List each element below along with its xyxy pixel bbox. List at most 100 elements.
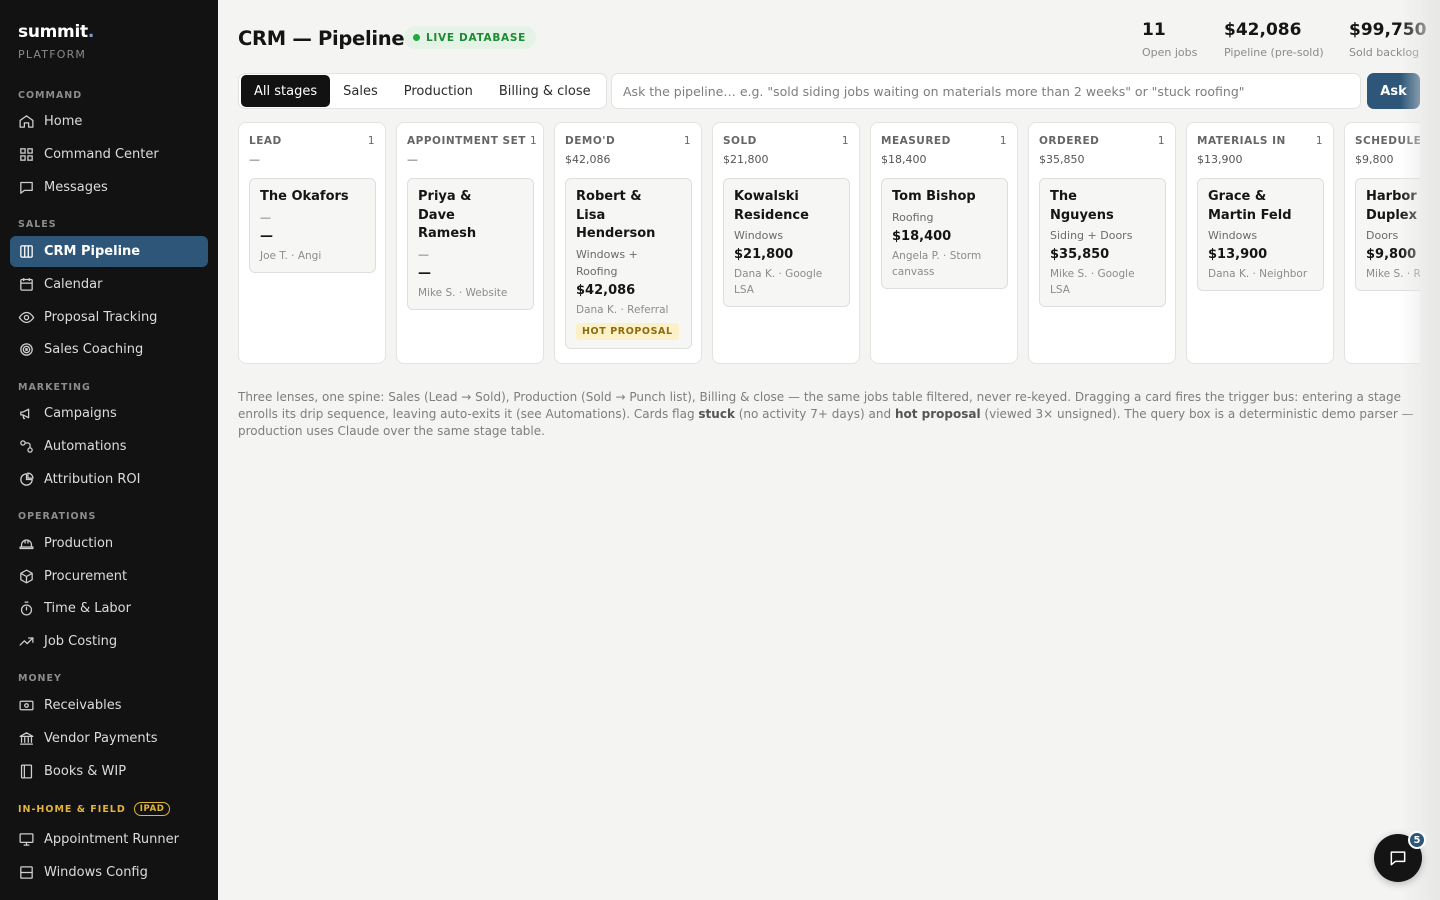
job-meta: Dana K. · Neighbor bbox=[1208, 268, 1308, 280]
stage-header: LEAD 1 bbox=[249, 135, 375, 147]
job-name: Tom Bishop bbox=[892, 189, 976, 204]
sidebar-item-proposal-tracking[interactable]: Proposal Tracking bbox=[10, 302, 208, 333]
kpi-pipeline: $42,086 Pipeline (pre-sold) bbox=[1224, 20, 1324, 59]
page-title: CRM — Pipeline bbox=[238, 27, 405, 50]
job-card[interactable]: The Nguyens Siding + Doors $35,850 Mike … bbox=[1039, 178, 1166, 307]
job-card[interactable]: The Okafors — — Joe T. · Angi bbox=[249, 178, 376, 273]
home-icon bbox=[19, 115, 34, 128]
stage-count: 1 bbox=[529, 135, 538, 147]
stage-count: 1 bbox=[999, 135, 1007, 147]
job-type: Siding + Doors bbox=[1050, 229, 1133, 242]
sidebar-item-attribution-roi[interactable]: Attribution ROI bbox=[10, 464, 208, 495]
brand-dot: . bbox=[87, 22, 94, 42]
stage-name: LEAD bbox=[249, 135, 282, 147]
sidebar-item-campaigns[interactable]: Campaigns bbox=[10, 398, 208, 429]
nav-section-label: MONEY bbox=[18, 672, 62, 684]
presentation-icon bbox=[19, 833, 34, 846]
job-meta: Dana K. · Google LSA bbox=[734, 268, 823, 296]
bank-icon bbox=[19, 732, 34, 745]
chat-button[interactable]: 5 bbox=[1374, 831, 1426, 882]
nav-section-money: MONEY bbox=[0, 669, 218, 687]
sidebar-item-command-center[interactable]: Command Center bbox=[10, 139, 208, 170]
job-amount: — bbox=[418, 265, 431, 281]
job-amount: $21,800 bbox=[734, 247, 794, 262]
live-database-label: LIVE DATABASE bbox=[426, 31, 527, 44]
sidebar-item-label: Windows Config bbox=[44, 865, 148, 880]
job-card[interactable]: Robert & Lisa Henderson Windows + Roofin… bbox=[565, 178, 692, 349]
kpi-label: Sold backlog bbox=[1349, 46, 1420, 59]
sidebar-item-vendor-payments[interactable]: Vendor Payments bbox=[10, 723, 208, 754]
kpi-label: Open jobs bbox=[1142, 46, 1198, 59]
sidebar-item-appointment-runner[interactable]: Appointment Runner bbox=[10, 824, 208, 855]
sidebar-item-label: Job Costing bbox=[44, 634, 118, 649]
stage-name: MEASURED bbox=[881, 135, 951, 147]
stage-column-scheduled: SCHEDULE $9,800 Harbor Duplex Doors $9,8… bbox=[1344, 122, 1420, 364]
ipad-badge: IPAD bbox=[133, 802, 171, 816]
kpi-value: 11 bbox=[1142, 20, 1166, 40]
job-name: Grace & Martin Feld bbox=[1208, 189, 1292, 223]
job-type: Roofing bbox=[892, 210, 934, 224]
stage-column-lead: LEAD 1 — The Okafors — — Joe T. · Angi bbox=[238, 122, 386, 364]
stage-total: $18,400 bbox=[881, 153, 927, 166]
stage-column-measured: MEASURED 1 $18,400 Tom Bishop Roofing $18… bbox=[870, 122, 1018, 364]
nav-section-label: SALES bbox=[18, 218, 57, 230]
pipeline-query-input[interactable] bbox=[611, 73, 1361, 109]
sidebar-item-time-labor[interactable]: Time & Labor bbox=[10, 593, 208, 624]
pipeline-footnote: Three lenses, one spine: Sales (Lead → S… bbox=[238, 389, 1418, 440]
sidebar-item-label: Attribution ROI bbox=[44, 472, 141, 487]
stage-count: 1 bbox=[683, 135, 691, 147]
sidebar-item-receivables[interactable]: Receivables bbox=[10, 690, 208, 721]
sidebar-item-label: Receivables bbox=[44, 698, 122, 713]
sidebar-item-procurement[interactable]: Procurement bbox=[10, 561, 208, 592]
sidebar-item-automations[interactable]: Automations bbox=[10, 431, 208, 462]
job-name: The Okafors bbox=[260, 189, 349, 204]
sidebar-item-calendar[interactable]: Calendar bbox=[10, 269, 208, 300]
sidebar-item-label: CRM Pipeline bbox=[44, 244, 141, 259]
sidebar-item-books-wip[interactable]: Books & WIP bbox=[10, 756, 208, 787]
box-icon bbox=[20, 569, 33, 584]
tab-all-stages[interactable]: All stages bbox=[241, 75, 331, 107]
live-status-dot bbox=[413, 34, 420, 41]
stage-name: APPOINTMENT SET bbox=[407, 135, 526, 147]
stage-header: MATERIALS IN 1 bbox=[1197, 135, 1323, 147]
sidebar: summit. PLATFORM COMMAND Home Command Ce… bbox=[0, 0, 218, 900]
sidebar-item-windows-config[interactable]: Windows Config bbox=[10, 857, 208, 888]
stage-header: SOLD 1 bbox=[723, 135, 849, 147]
stage-count: 1 bbox=[1315, 135, 1323, 147]
tab-sales[interactable]: Sales bbox=[330, 75, 391, 107]
sidebar-item-label: Procurement bbox=[44, 569, 128, 584]
brand-logo[interactable]: summit. bbox=[18, 22, 200, 42]
job-type: — bbox=[418, 247, 429, 261]
calendar-icon bbox=[20, 278, 33, 291]
tab-production[interactable]: Production bbox=[391, 75, 486, 107]
ask-button[interactable]: Ask bbox=[1367, 73, 1420, 109]
sidebar-item-job-costing[interactable]: Job Costing bbox=[10, 626, 208, 657]
sidebar-item-label: Messages bbox=[44, 180, 108, 195]
hardhat-icon bbox=[19, 539, 34, 550]
sidebar-item-messages[interactable]: Messages bbox=[10, 172, 208, 203]
sidebar-item-production[interactable]: Production bbox=[10, 528, 208, 559]
sidebar-item-crm-pipeline[interactable]: CRM Pipeline bbox=[10, 236, 208, 267]
nav-section-marketing: MARKETING bbox=[0, 378, 218, 396]
sidebar-item-home[interactable]: Home bbox=[10, 106, 208, 137]
stage-header: ORDERED 1 bbox=[1039, 135, 1165, 147]
job-card[interactable]: Harbor Duplex Doors $9,800 Mike S. · R bbox=[1355, 178, 1420, 291]
job-card[interactable]: Priya & Dave Ramesh — — Mike S. · Websit… bbox=[407, 178, 534, 310]
brand: summit. PLATFORM bbox=[0, 0, 218, 61]
main-content: CRM — Pipeline LIVE DATABASE 11 Open job… bbox=[218, 0, 1440, 900]
nav-section-label: IN-HOME & FIELD bbox=[18, 803, 126, 815]
job-card[interactable]: Tom Bishop Roofing $18,400 Angela P. · S… bbox=[881, 178, 1008, 289]
footnote-text: (no activity 7+ days) and bbox=[734, 407, 895, 421]
sidebar-item-sales-coaching[interactable]: Sales Coaching bbox=[10, 334, 208, 365]
live-database-badge: LIVE DATABASE bbox=[404, 26, 537, 49]
job-card[interactable]: Kowalski Residence Windows $21,800 Dana … bbox=[723, 178, 850, 307]
job-name: Kowalski Residence bbox=[734, 189, 809, 223]
job-card[interactable]: Grace & Martin Feld Windows $13,900 Dana… bbox=[1197, 178, 1324, 291]
job-type: Windows + Roofing bbox=[576, 247, 638, 278]
footnote-hot-term: hot proposal bbox=[894, 407, 981, 421]
tab-billing-close[interactable]: Billing & close bbox=[486, 75, 604, 107]
job-type: Doors bbox=[1366, 229, 1399, 242]
nav-section-command: COMMAND bbox=[0, 86, 218, 104]
job-name: Priya & Dave Ramesh bbox=[418, 189, 477, 241]
stage-name: ORDERED bbox=[1039, 135, 1100, 147]
